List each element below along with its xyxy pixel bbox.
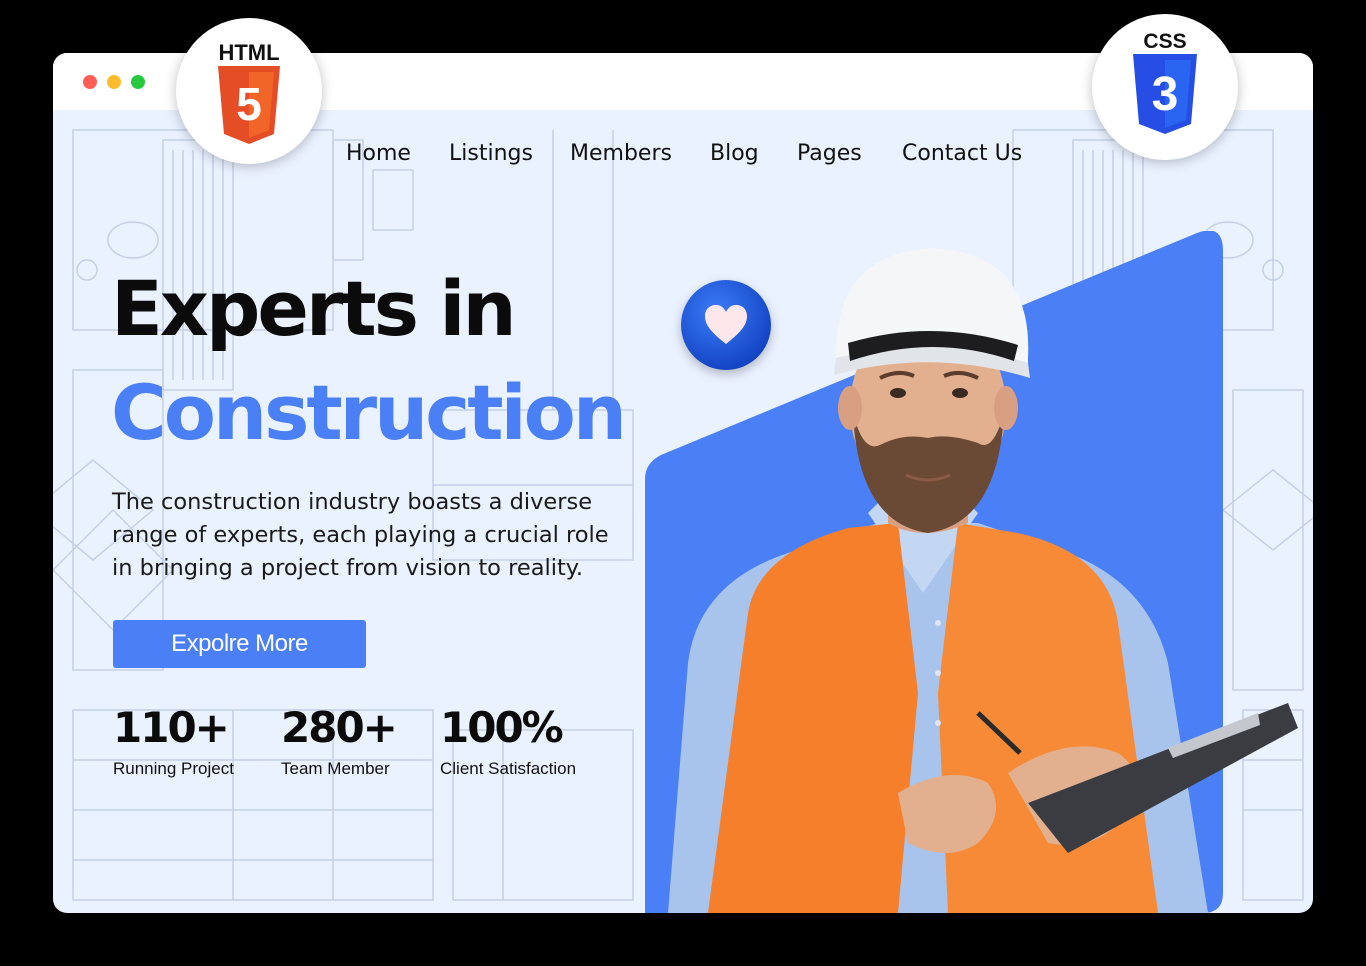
- explore-more-button[interactable]: Expolre More: [113, 620, 366, 668]
- nav-item-listings[interactable]: Listings: [449, 141, 533, 166]
- minimize-window-dot[interactable]: [107, 75, 121, 89]
- nav-item-members[interactable]: Members: [570, 141, 672, 166]
- browser-window: Home Listings Members Blog Pages Contact…: [53, 53, 1313, 913]
- css3-badge: CSS 3: [1092, 14, 1238, 160]
- stat-team-member: 280+ Team Member: [281, 703, 398, 779]
- hero-title-line-1: Experts in: [111, 264, 517, 353]
- stat-label: Client Satisfaction: [440, 759, 577, 778]
- html5-shield-icon: 5: [218, 66, 280, 144]
- stat-label: Team Member: [281, 759, 390, 778]
- stat-label: Running Project: [113, 759, 234, 778]
- hero-description: The construction industry boasts a diver…: [112, 489, 609, 581]
- nav-item-blog[interactable]: Blog: [710, 141, 759, 166]
- nav-item-contact-us[interactable]: Contact Us: [902, 141, 1022, 166]
- stat-running-project: 110+ Running Project: [113, 707, 234, 779]
- nav-item-pages[interactable]: Pages: [797, 141, 862, 166]
- close-window-dot[interactable]: [83, 75, 97, 89]
- stat-client-satisfaction: 100% Client Satisfaction: [440, 707, 576, 779]
- html5-glyph: 5: [236, 78, 262, 130]
- html-label: HTML: [218, 40, 280, 65]
- html5-badge: HTML 5: [176, 18, 322, 164]
- stat-value: 280+: [281, 703, 398, 752]
- construction-worker-photo: [668, 248, 1298, 913]
- css3-glyph: 3: [1152, 68, 1179, 121]
- stat-value: 110+: [113, 703, 230, 752]
- hero-title-line-2: Construction: [111, 368, 627, 457]
- maximize-window-dot[interactable]: [131, 75, 145, 89]
- css3-shield-icon: 3: [1133, 54, 1197, 134]
- stat-value: 100%: [440, 703, 564, 752]
- css-label: CSS: [1143, 30, 1187, 53]
- nav-item-home[interactable]: Home: [346, 141, 411, 166]
